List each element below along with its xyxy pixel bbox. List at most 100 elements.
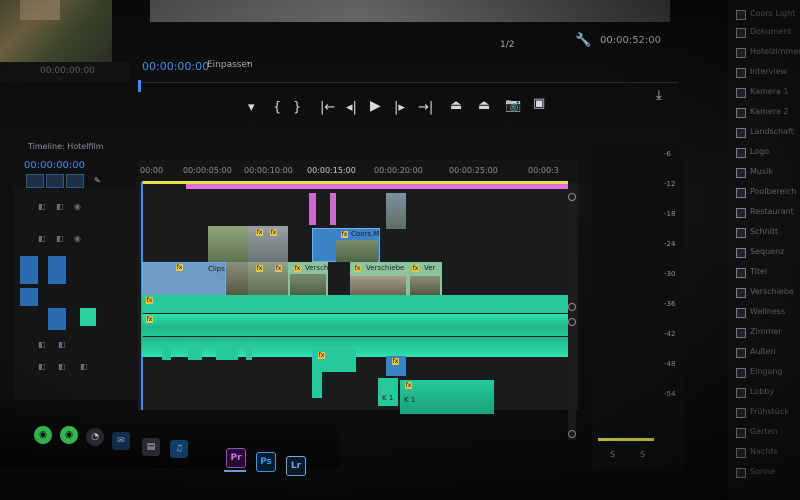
- video-thumbnail[interactable]: [386, 193, 406, 229]
- wrench-icon[interactable]: ✎: [94, 176, 101, 185]
- go-to-in-icon[interactable]: |←: [320, 100, 335, 115]
- list-item[interactable]: Interview: [736, 66, 800, 82]
- pink-clip[interactable]: [309, 193, 316, 225]
- snap-button[interactable]: [26, 174, 44, 188]
- list-item[interactable]: Schnitt: [736, 226, 800, 242]
- list-item[interactable]: Kamera 2: [736, 106, 800, 122]
- video-thumbnail[interactable]: [336, 240, 378, 262]
- mark-in-icon[interactable]: {: [273, 100, 281, 115]
- list-item[interactable]: Restaurant: [736, 206, 800, 222]
- chevron-down-icon[interactable]: ⌄: [245, 57, 253, 67]
- list-item[interactable]: Garten: [736, 426, 800, 442]
- track-visible-icon[interactable]: ◉: [74, 202, 81, 211]
- wrench-icon[interactable]: 🔧: [575, 33, 591, 48]
- list-item[interactable]: Sequenz: [736, 246, 800, 262]
- audio-clip-a2[interactable]: [142, 314, 568, 336]
- timeline-tab[interactable]: Timeline: Hotelfilm: [28, 142, 104, 151]
- timeline-scrollbar[interactable]: [568, 190, 576, 440]
- photoshop-icon[interactable]: Ps: [256, 452, 276, 472]
- list-item[interactable]: Lobby: [736, 386, 800, 402]
- scroll-handle[interactable]: [568, 193, 576, 201]
- video-thumbnail[interactable]: [248, 262, 288, 296]
- list-item[interactable]: Verschiebe: [736, 286, 800, 302]
- compare-icon[interactable]: ▣: [533, 96, 545, 111]
- premiere-pro-icon[interactable]: Pr: [226, 448, 246, 468]
- work-area-bar-pink[interactable]: [186, 184, 568, 189]
- mute-button[interactable]: [80, 308, 96, 326]
- list-item[interactable]: Landschaft: [736, 126, 800, 142]
- media-icon[interactable]: ♫: [170, 440, 188, 458]
- audio-clip[interactable]: [312, 372, 322, 398]
- linked-selection-button[interactable]: [46, 174, 64, 188]
- add-marker-button[interactable]: [66, 174, 84, 188]
- audio-clip-a1[interactable]: [142, 295, 568, 313]
- quality-dropdown[interactable]: 1/2: [500, 40, 514, 50]
- export-frame-icon[interactable]: 📷: [505, 98, 521, 113]
- program-playhead[interactable]: [138, 80, 141, 92]
- audio-clip[interactable]: [188, 342, 202, 360]
- track-toggle-icon[interactable]: ◧: [56, 202, 64, 211]
- track-lock-icon[interactable]: ◧: [38, 202, 46, 211]
- whatsapp-icon[interactable]: ◉: [34, 426, 52, 444]
- video-clip[interactable]: [248, 226, 288, 262]
- list-item[interactable]: Wellness: [736, 306, 800, 322]
- scroll-handle[interactable]: [568, 318, 576, 326]
- step-back-icon[interactable]: ◂|: [346, 100, 357, 115]
- scroll-handle[interactable]: [568, 430, 576, 438]
- list-item[interactable]: Außen: [736, 346, 800, 362]
- list-item[interactable]: Hotelzimmer: [736, 46, 800, 62]
- audio-clip[interactable]: [216, 342, 238, 360]
- play-icon[interactable]: ▶: [370, 98, 381, 114]
- v1-source-patch[interactable]: [20, 256, 38, 284]
- video-thumbnail[interactable]: [290, 274, 326, 296]
- track-lock-icon[interactable]: ◧: [38, 340, 46, 349]
- video-thumbnail[interactable]: [350, 276, 406, 296]
- track-toggle-icon[interactable]: ◧: [80, 362, 88, 371]
- whatsapp-icon[interactable]: ◉: [60, 426, 78, 444]
- list-item[interactable]: Zimmer: [736, 326, 800, 342]
- lift-icon[interactable]: ⏏: [450, 98, 462, 113]
- a1-source-patch[interactable]: [20, 288, 38, 306]
- list-item[interactable]: Poolbereich: [736, 186, 800, 202]
- go-to-out-icon[interactable]: →|: [418, 100, 433, 115]
- track-toggle-icon[interactable]: ◧: [56, 234, 64, 243]
- solo-left-button[interactable]: S: [610, 450, 615, 459]
- list-item[interactable]: Dokument: [736, 26, 800, 42]
- track-toggle-icon[interactable]: ◧: [58, 340, 66, 349]
- list-item[interactable]: Frühstück: [736, 406, 800, 422]
- video-clip[interactable]: [208, 226, 248, 262]
- program-timecode[interactable]: 00:00:00:00: [142, 60, 209, 73]
- list-item[interactable]: Coors Light: [736, 8, 800, 24]
- track-toggle-icon[interactable]: ◧: [58, 362, 66, 371]
- pink-clip[interactable]: [330, 193, 336, 225]
- scroll-handle[interactable]: [568, 303, 576, 311]
- audio-clip[interactable]: [162, 342, 171, 360]
- lightroom-icon[interactable]: Lr: [286, 456, 306, 476]
- video-thumbnail[interactable]: [410, 276, 440, 296]
- files-icon[interactable]: ▤: [142, 438, 160, 456]
- list-item[interactable]: Nachts: [736, 446, 800, 462]
- step-forward-icon[interactable]: |▸: [394, 100, 405, 115]
- marker-icon[interactable]: ▾: [248, 100, 255, 115]
- track-visible-icon[interactable]: ◉: [74, 234, 81, 243]
- list-item[interactable]: Titel: [736, 266, 800, 282]
- track-lock-icon[interactable]: ◧: [38, 234, 46, 243]
- timeline-timecode[interactable]: 00:00:00:00: [24, 160, 85, 171]
- list-item[interactable]: Logo: [736, 146, 800, 162]
- track-lock-icon[interactable]: ◧: [38, 362, 46, 371]
- video-thumbnail[interactable]: [226, 262, 248, 296]
- a1-target-button[interactable]: [48, 308, 66, 330]
- list-item[interactable]: Sonne: [736, 466, 800, 482]
- program-scrub-bar[interactable]: [138, 82, 678, 93]
- mark-out-icon[interactable]: }: [293, 100, 301, 115]
- list-item[interactable]: Eingang: [736, 366, 800, 382]
- extract-icon[interactable]: ⏏: [478, 98, 490, 113]
- browser-icon[interactable]: ◔: [86, 428, 104, 446]
- list-item[interactable]: Kamera 1: [736, 86, 800, 102]
- list-item[interactable]: Musik: [736, 166, 800, 182]
- settings-icon[interactable]: ⤓: [656, 88, 662, 103]
- solo-right-button[interactable]: S: [640, 450, 645, 459]
- audio-clip[interactable]: [246, 342, 252, 360]
- v1-target-button[interactable]: [48, 256, 66, 284]
- thunderbird-icon[interactable]: ✉: [112, 432, 130, 450]
